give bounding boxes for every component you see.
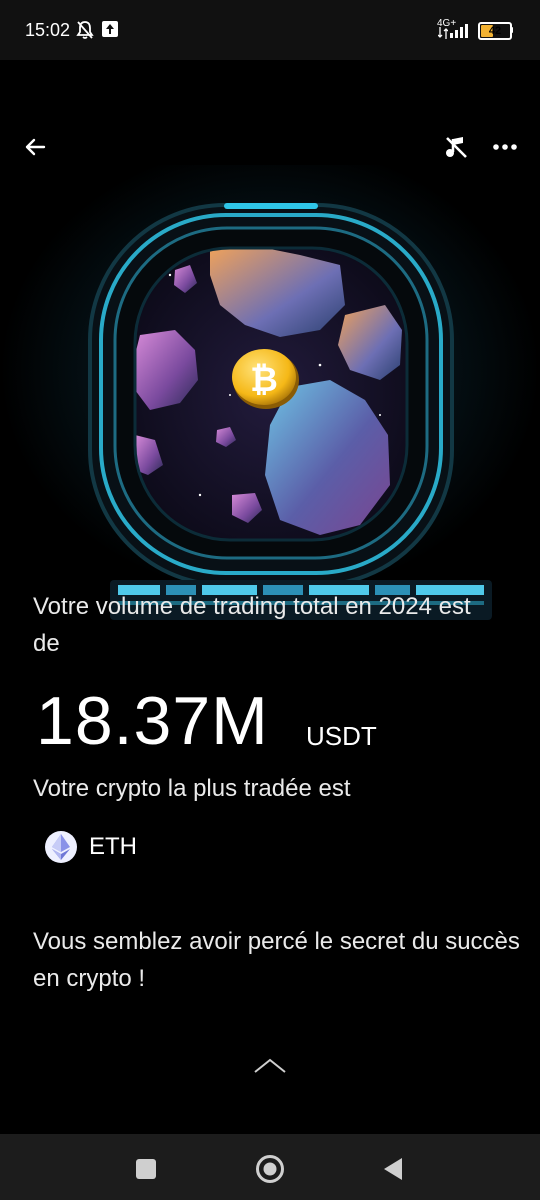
data-arrows-icon xyxy=(437,26,449,44)
back-button[interactable] xyxy=(20,132,50,162)
top-crypto-symbol: ETH xyxy=(89,833,137,860)
triangle-back-icon xyxy=(384,1158,402,1180)
closing-message: Vous semblez avoir percé le secret du su… xyxy=(33,928,520,992)
circle-home-icon xyxy=(256,1155,284,1183)
battery-indicator: 42 xyxy=(478,22,512,40)
svg-text:₿: ₿ xyxy=(250,360,278,400)
trading-volume-value: 18.37M xyxy=(36,683,269,759)
top-crypto-label: Votre crypto la plus tradée est xyxy=(33,775,351,802)
trading-volume-unit: USDT xyxy=(306,721,377,751)
music-toggle-button[interactable] xyxy=(441,132,471,162)
status-bar: 15:02 4G+ 42 xyxy=(0,0,540,60)
top-crypto-row: ETH xyxy=(45,830,137,864)
music-muted-icon xyxy=(446,137,467,158)
square-recent-icon xyxy=(136,1159,156,1179)
ethereum-icon xyxy=(45,831,77,863)
chevron-up-icon xyxy=(254,1058,286,1073)
signal-icon xyxy=(450,22,472,43)
scroll-up-button[interactable] xyxy=(252,1056,288,1081)
home-button[interactable] xyxy=(255,1154,285,1184)
system-back-button[interactable] xyxy=(378,1154,408,1184)
arrow-left-icon xyxy=(25,138,46,156)
system-nav-bar xyxy=(0,1134,540,1200)
volume-headline: Votre volume de trading total en 2024 es… xyxy=(33,593,471,657)
notifications-muted-icon xyxy=(75,20,95,45)
battery-level: 42 xyxy=(488,25,502,37)
more-dots-icon xyxy=(493,144,517,150)
battery-tip xyxy=(510,27,513,33)
recent-apps-button[interactable] xyxy=(131,1154,161,1184)
more-options-button[interactable] xyxy=(490,132,520,162)
hero-illustration: ₿ xyxy=(0,165,540,620)
status-time: 15:02 xyxy=(25,20,71,40)
upload-icon xyxy=(101,20,119,43)
